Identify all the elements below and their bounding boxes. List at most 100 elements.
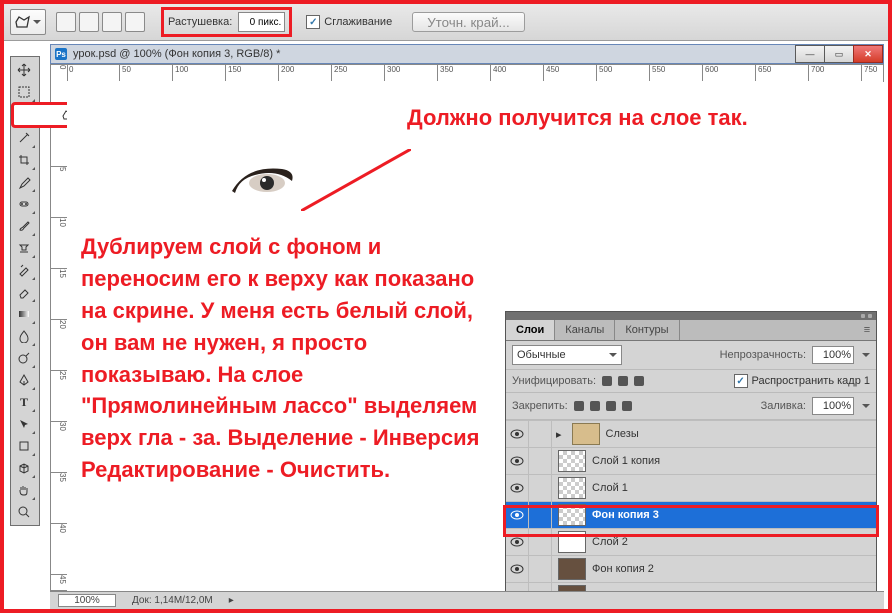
visibility-toggle[interactable]: [506, 502, 529, 528]
stamp-tool-icon[interactable]: [13, 238, 35, 258]
document-title: урок.psd @ 100% (Фон копия 3, RGB/8) *: [73, 48, 280, 60]
layer-row[interactable]: Фон копия 2: [506, 555, 876, 582]
ruler-tick: 10: [51, 218, 67, 269]
fill-input[interactable]: 100%: [812, 397, 854, 415]
pen-tool-icon[interactable]: [13, 370, 35, 390]
feather-group-highlight: Растушевка:: [161, 7, 292, 37]
lock-position-icon[interactable]: [606, 401, 616, 411]
zoom-tool-icon[interactable]: [13, 502, 35, 522]
link-cell: [529, 502, 552, 528]
layer-thumbnail[interactable]: [558, 531, 586, 553]
tab-layers[interactable]: Слои: [506, 320, 555, 340]
layer-thumbnail[interactable]: [558, 450, 586, 472]
current-tool-preset[interactable]: [10, 9, 46, 35]
gradient-tool-icon[interactable]: [13, 304, 35, 324]
dodge-tool-icon[interactable]: [13, 348, 35, 368]
hand-tool-icon[interactable]: [13, 480, 35, 500]
selection-new-icon[interactable]: [56, 12, 76, 32]
window-maximize-button[interactable]: ▭: [824, 45, 854, 63]
options-bar: Растушевка: ✓ Сглаживание Уточн. край...: [4, 4, 888, 41]
zoom-input[interactable]: 100%: [58, 594, 116, 607]
path-select-tool-icon[interactable]: [13, 414, 35, 434]
canvas[interactable]: Должно получится на слое так. Дублируем …: [67, 81, 883, 591]
unify-style-icon[interactable]: [634, 376, 644, 386]
ruler-tick: 700: [809, 65, 862, 81]
layer-group[interactable]: ▸ Слезы: [506, 420, 876, 447]
visibility-toggle[interactable]: [506, 421, 529, 447]
ps-icon: Ps: [55, 48, 67, 60]
brush-tool-icon[interactable]: [13, 216, 35, 236]
ruler-tick: 400: [491, 65, 544, 81]
layer-name: Слой 2: [592, 536, 628, 548]
ruler-vertical: 0551015202530354045: [50, 64, 68, 591]
link-cell: [529, 556, 552, 582]
visibility-toggle[interactable]: [506, 556, 529, 582]
visibility-toggle[interactable]: [506, 448, 529, 474]
layer-thumbnail[interactable]: [558, 558, 586, 580]
lock-all-icon[interactable]: [622, 401, 632, 411]
layer-row[interactable]: Фон🔒: [506, 609, 876, 613]
propagate-checkbox[interactable]: ✓ Распространить кадр 1: [734, 374, 870, 388]
window-minimize-button[interactable]: —: [795, 45, 825, 63]
propagate-label: Распространить кадр 1: [752, 375, 870, 387]
3d-tool-icon[interactable]: [13, 458, 35, 478]
move-tool-icon[interactable]: [13, 60, 35, 80]
ruler-tick: 25: [51, 371, 67, 422]
ruler-tick: 450: [544, 65, 597, 81]
lock-transparency-icon[interactable]: [574, 401, 584, 411]
chevron-down-icon: [33, 20, 41, 24]
selection-intersect-icon[interactable]: [125, 12, 145, 32]
crop-tool-icon[interactable]: [13, 150, 35, 170]
panel-grip[interactable]: [506, 312, 876, 320]
blend-mode-select[interactable]: Обычные: [512, 345, 622, 365]
selection-subtract-icon[interactable]: [102, 12, 122, 32]
unify-position-icon[interactable]: [602, 376, 612, 386]
eyedropper-tool-icon[interactable]: [13, 172, 35, 192]
group-expand-icon[interactable]: ▸: [556, 428, 562, 441]
visibility-toggle[interactable]: [506, 475, 529, 501]
layer-row[interactable]: Слой 1 копия: [506, 447, 876, 474]
layers-panel: Слои Каналы Контуры ≡ Обычные Непрозрачн…: [505, 311, 877, 613]
lock-label: Закрепить:: [512, 400, 568, 412]
document-tab: Ps урок.psd @ 100% (Фон копия 3, RGB/8) …: [50, 44, 884, 64]
layer-row[interactable]: Слой 2: [506, 528, 876, 555]
selection-add-icon[interactable]: [79, 12, 99, 32]
link-cell: [529, 529, 552, 555]
unify-visibility-icon[interactable]: [618, 376, 628, 386]
blend-mode-value: Обычные: [517, 349, 566, 361]
fill-label: Заливка:: [761, 400, 806, 412]
layer-row[interactable]: Фон копия 3: [506, 501, 876, 528]
antialias-checkbox[interactable]: ✓ Сглаживание: [306, 15, 392, 29]
window-close-button[interactable]: ✕: [853, 45, 883, 63]
lock-pixels-icon[interactable]: [590, 401, 600, 411]
magic-wand-tool-icon[interactable]: [13, 128, 35, 148]
status-flyout-icon[interactable]: ▸: [229, 595, 234, 606]
opacity-flyout-icon[interactable]: [862, 353, 870, 357]
marquee-tool-icon[interactable]: [13, 82, 35, 102]
type-tool-icon[interactable]: T: [13, 392, 35, 412]
layer-row[interactable]: Слой 1: [506, 474, 876, 501]
visibility-toggle[interactable]: [506, 529, 529, 555]
eye-artwork: [227, 161, 297, 199]
blur-tool-icon[interactable]: [13, 326, 35, 346]
panel-menu-icon[interactable]: ≡: [858, 320, 876, 340]
annotation-arrow: [301, 149, 411, 211]
ruler-tick: 20: [51, 320, 67, 371]
feather-input[interactable]: [238, 12, 285, 32]
ruler-tick: 100: [173, 65, 226, 81]
ruler-tick: 250: [332, 65, 385, 81]
eraser-tool-icon[interactable]: [13, 282, 35, 302]
layer-thumbnail[interactable]: [558, 504, 586, 526]
opacity-input[interactable]: 100%: [812, 346, 854, 364]
folder-icon: [572, 423, 600, 445]
tab-channels[interactable]: Каналы: [555, 320, 615, 340]
refine-edge-button[interactable]: Уточн. край...: [412, 12, 524, 32]
history-brush-tool-icon[interactable]: [13, 260, 35, 280]
shape-tool-icon[interactable]: [13, 436, 35, 456]
status-bar: 100% Док: 1,14M/12,0M ▸: [50, 591, 884, 609]
layer-thumbnail[interactable]: [558, 477, 586, 499]
fill-flyout-icon[interactable]: [862, 404, 870, 408]
tab-paths[interactable]: Контуры: [615, 320, 679, 340]
unify-label: Унифицировать:: [512, 375, 596, 387]
healing-tool-icon[interactable]: [13, 194, 35, 214]
